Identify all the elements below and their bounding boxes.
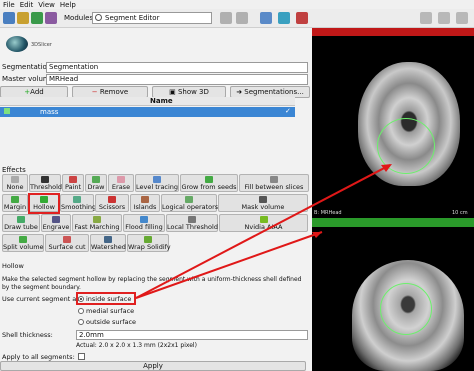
arrow-to-axial — [135, 164, 391, 299]
arrow-to-coronal — [135, 231, 323, 299]
annotation-arrows — [135, 164, 392, 299]
